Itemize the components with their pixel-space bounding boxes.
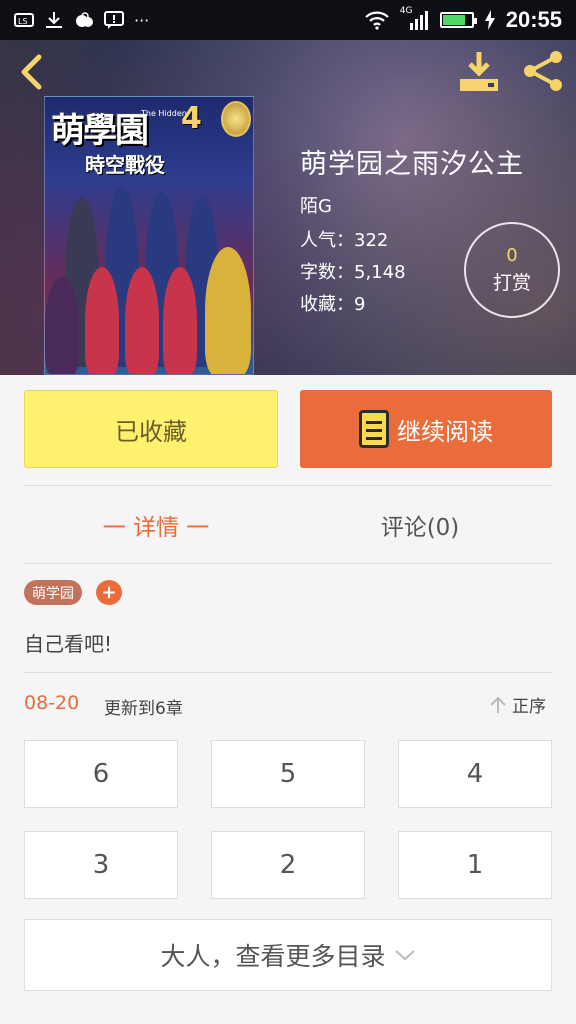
more-icon: ··· bbox=[134, 10, 150, 30]
divider bbox=[24, 672, 552, 673]
favorited-button[interactable]: 已收藏 bbox=[24, 390, 278, 468]
network-type: 4G bbox=[399, 6, 413, 16]
book-title: 萌学园之雨汐公主 bbox=[300, 149, 524, 180]
status-time: 20:55 bbox=[505, 7, 562, 32]
update-text: 更新到6章 bbox=[104, 699, 183, 719]
cover-medal bbox=[221, 101, 251, 137]
book-popularity: 人气：322 bbox=[300, 230, 389, 251]
tag-chip[interactable]: 萌学园 bbox=[24, 580, 82, 605]
chapter-button[interactable]: 5 bbox=[211, 740, 365, 808]
tab-comments[interactable]: 评论(0) bbox=[288, 505, 552, 545]
battery-icon bbox=[439, 12, 477, 28]
notification-icon: LS bbox=[14, 13, 34, 27]
status-bar: LS ··· 4G 20:55 bbox=[0, 0, 576, 40]
favorited-label: 已收藏 bbox=[115, 417, 187, 446]
download-icon bbox=[46, 12, 62, 28]
book-word-count: 字数：5,148 bbox=[300, 262, 406, 283]
more-chapters-button[interactable]: 大人，查看更多目录 bbox=[24, 919, 552, 991]
chapter-button[interactable]: 4 bbox=[398, 740, 552, 808]
signal-icon: 4G bbox=[399, 6, 430, 31]
more-chapters-label: 大人，查看更多目录 bbox=[160, 942, 386, 971]
charging-icon bbox=[484, 10, 495, 30]
sort-label: 正序 bbox=[512, 697, 546, 717]
tab-detail[interactable]: 一 详情 一 bbox=[24, 505, 288, 545]
cover-title: 萌學園 bbox=[51, 111, 149, 151]
reward-label: 打赏 bbox=[492, 272, 531, 294]
divider bbox=[24, 563, 552, 564]
cloud-icon bbox=[76, 12, 93, 27]
reward-button[interactable]: 0 打赏 bbox=[464, 222, 560, 318]
chapter-button[interactable]: 3 bbox=[24, 831, 178, 899]
chapter-button[interactable]: 1 bbox=[398, 831, 552, 899]
reward-count: 0 bbox=[506, 245, 518, 266]
chapter-button[interactable]: 6 bbox=[24, 740, 178, 808]
book-cover[interactable]: 萌學園 The Hidden 4 時空戰役 bbox=[44, 96, 254, 375]
message-icon bbox=[104, 11, 124, 29]
chevron-down-icon bbox=[394, 950, 415, 961]
sort-toggle[interactable]: 正序 bbox=[488, 692, 546, 717]
arrow-up-icon bbox=[490, 696, 506, 713]
book-favorites: 收藏：9 bbox=[300, 294, 366, 315]
book-header: 萌學園 The Hidden 4 時空戰役 萌学园之雨汐公主 陌G 人气：322… bbox=[0, 40, 576, 375]
cover-subtitle: 時空戰役 bbox=[85, 153, 165, 177]
cover-number: 4 bbox=[181, 101, 202, 136]
update-date: 08-20 bbox=[24, 692, 80, 714]
book-description: 自己看吧! bbox=[24, 632, 113, 656]
download-icon bbox=[460, 52, 498, 91]
continue-reading-button[interactable]: 继续阅读 bbox=[300, 390, 552, 468]
chapter-button[interactable]: 2 bbox=[211, 831, 365, 899]
book-icon bbox=[359, 410, 389, 448]
add-tag-button[interactable]: + bbox=[96, 580, 122, 605]
svg-text:LS: LS bbox=[18, 17, 28, 26]
back-arrow-icon bbox=[21, 54, 42, 90]
download-button[interactable] bbox=[456, 48, 502, 94]
continue-reading-label: 继续阅读 bbox=[397, 417, 493, 446]
divider bbox=[24, 485, 552, 486]
book-author[interactable]: 陌G bbox=[300, 192, 332, 218]
share-button[interactable] bbox=[520, 48, 568, 94]
wifi-icon bbox=[364, 11, 389, 30]
back-button[interactable] bbox=[14, 52, 50, 92]
cover-english-title: The Hidden bbox=[141, 109, 187, 118]
share-icon bbox=[524, 51, 562, 91]
